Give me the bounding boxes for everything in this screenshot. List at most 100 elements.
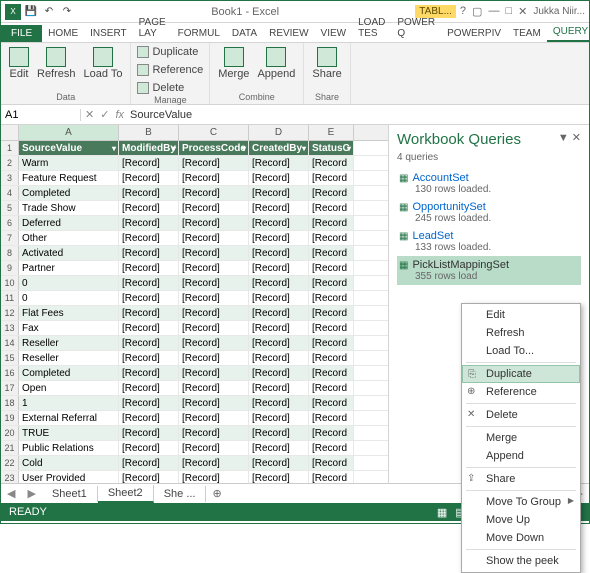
- add-sheet-icon[interactable]: ⊕: [206, 487, 227, 500]
- cell[interactable]: [Record]: [249, 381, 309, 395]
- cell[interactable]: [Record]: [249, 366, 309, 380]
- cell[interactable]: [Record]: [119, 426, 179, 440]
- cell[interactable]: [Record]: [179, 201, 249, 215]
- ribbon-options-icon[interactable]: ▢: [472, 5, 482, 18]
- cell[interactable]: [Record: [309, 411, 354, 425]
- query-item[interactable]: AccountSet130 rows loaded.: [397, 169, 581, 198]
- row-header[interactable]: 12: [1, 306, 19, 320]
- query-item[interactable]: OpportunitySet245 rows loaded.: [397, 198, 581, 227]
- cell[interactable]: Warm: [19, 156, 119, 170]
- row-header[interactable]: 3: [1, 171, 19, 185]
- name-box[interactable]: A1: [1, 109, 81, 121]
- sheet-nav-prev-icon[interactable]: ◀: [1, 487, 21, 500]
- cell[interactable]: [Record]: [119, 441, 179, 455]
- cell[interactable]: [Record]: [249, 351, 309, 365]
- table-header-cell[interactable]: ModifiedBy: [119, 141, 179, 155]
- cell[interactable]: [Record]: [179, 381, 249, 395]
- cell[interactable]: [Record]: [179, 156, 249, 170]
- cell[interactable]: [Record]: [179, 336, 249, 350]
- cell[interactable]: [Record]: [119, 381, 179, 395]
- table-header-cell[interactable]: SourceValue: [19, 141, 119, 155]
- cell[interactable]: [Record]: [249, 306, 309, 320]
- cell[interactable]: [Record]: [179, 261, 249, 275]
- cell[interactable]: [Record]: [119, 306, 179, 320]
- enter-formula-icon[interactable]: ✓: [100, 108, 109, 121]
- cell[interactable]: [Record: [309, 456, 354, 470]
- cell[interactable]: [Record]: [119, 246, 179, 260]
- cell[interactable]: [Record]: [249, 321, 309, 335]
- cell[interactable]: [Record]: [249, 426, 309, 440]
- tab-pagelayout[interactable]: PAGE LAY: [133, 14, 172, 42]
- cell[interactable]: [Record]: [249, 156, 309, 170]
- cell[interactable]: [Record]: [179, 351, 249, 365]
- cell[interactable]: Activated: [19, 246, 119, 260]
- cell[interactable]: [Record]: [179, 411, 249, 425]
- cell[interactable]: [Record: [309, 306, 354, 320]
- cell[interactable]: Completed: [19, 366, 119, 380]
- pane-close-icon[interactable]: ▼ ✕: [558, 131, 581, 144]
- menu-duplicate[interactable]: ⎘Duplicate: [462, 365, 580, 383]
- menu-movetogroup[interactable]: Move To Group▶: [462, 493, 580, 511]
- row-header[interactable]: 5: [1, 201, 19, 215]
- cell[interactable]: [Record]: [119, 156, 179, 170]
- sheet-tab-1[interactable]: Sheet1: [42, 486, 98, 502]
- reference-button[interactable]: Reference: [137, 63, 203, 77]
- row-header[interactable]: 10: [1, 276, 19, 290]
- cell[interactable]: [Record]: [119, 216, 179, 230]
- cell[interactable]: [Record]: [119, 471, 179, 483]
- duplicate-button[interactable]: Duplicate: [137, 45, 198, 59]
- cell[interactable]: [Record: [309, 441, 354, 455]
- cell[interactable]: [Record]: [249, 201, 309, 215]
- row-header[interactable]: 23: [1, 471, 19, 483]
- cell[interactable]: [Record]: [249, 261, 309, 275]
- cell[interactable]: Other: [19, 231, 119, 245]
- cell[interactable]: [Record: [309, 426, 354, 440]
- cell[interactable]: [Record]: [119, 336, 179, 350]
- close-icon[interactable]: ✕: [518, 5, 527, 18]
- view-normal-icon[interactable]: ▦: [437, 506, 447, 519]
- user-name[interactable]: Jukka Niir...: [533, 6, 585, 17]
- row-header[interactable]: 9: [1, 261, 19, 275]
- cell[interactable]: [Record: [309, 216, 354, 230]
- cell[interactable]: [Record]: [179, 441, 249, 455]
- cell[interactable]: [Record]: [119, 276, 179, 290]
- col-header-d[interactable]: D: [249, 125, 309, 140]
- cell[interactable]: [Record]: [119, 201, 179, 215]
- table-header-cell[interactable]: ProcessCode: [179, 141, 249, 155]
- cell[interactable]: [Record: [309, 246, 354, 260]
- menu-share[interactable]: ⇪Share: [462, 470, 580, 488]
- row-header[interactable]: 15: [1, 351, 19, 365]
- cell[interactable]: [Record: [309, 291, 354, 305]
- tab-query[interactable]: QUERY: [547, 23, 590, 42]
- cell[interactable]: [Record]: [119, 171, 179, 185]
- row-header[interactable]: 1: [1, 141, 19, 155]
- sheet-tab-2[interactable]: Sheet2: [98, 485, 154, 503]
- cell[interactable]: External Referral: [19, 411, 119, 425]
- cell[interactable]: [Record: [309, 336, 354, 350]
- cell[interactable]: 0: [19, 291, 119, 305]
- cell[interactable]: [Record]: [249, 231, 309, 245]
- cell[interactable]: [Record]: [249, 396, 309, 410]
- cell[interactable]: [Record]: [119, 291, 179, 305]
- cell[interactable]: [Record]: [249, 456, 309, 470]
- cell[interactable]: [Record: [309, 321, 354, 335]
- refresh-button[interactable]: Refresh: [35, 45, 78, 82]
- edit-button[interactable]: Edit: [7, 45, 31, 82]
- row-header[interactable]: 6: [1, 216, 19, 230]
- cell[interactable]: [Record: [309, 171, 354, 185]
- sheet-nav-next-icon[interactable]: ▶: [21, 487, 41, 500]
- append-button[interactable]: Append: [255, 45, 297, 82]
- menu-moveup[interactable]: Move Up: [462, 511, 580, 529]
- share-button[interactable]: Share: [310, 45, 343, 82]
- cell[interactable]: [Record]: [249, 186, 309, 200]
- cell[interactable]: [Record]: [119, 456, 179, 470]
- cell[interactable]: Cold: [19, 456, 119, 470]
- undo-icon[interactable]: ↶: [41, 4, 57, 20]
- menu-loadto[interactable]: Load To...: [462, 342, 580, 360]
- cell[interactable]: [Record: [309, 201, 354, 215]
- cell[interactable]: [Record]: [249, 411, 309, 425]
- menu-edit[interactable]: Edit: [462, 306, 580, 324]
- query-item[interactable]: LeadSet133 rows loaded.: [397, 227, 581, 256]
- delete-button[interactable]: Delete: [137, 81, 184, 95]
- table-header-cell[interactable]: StatusC: [309, 141, 354, 155]
